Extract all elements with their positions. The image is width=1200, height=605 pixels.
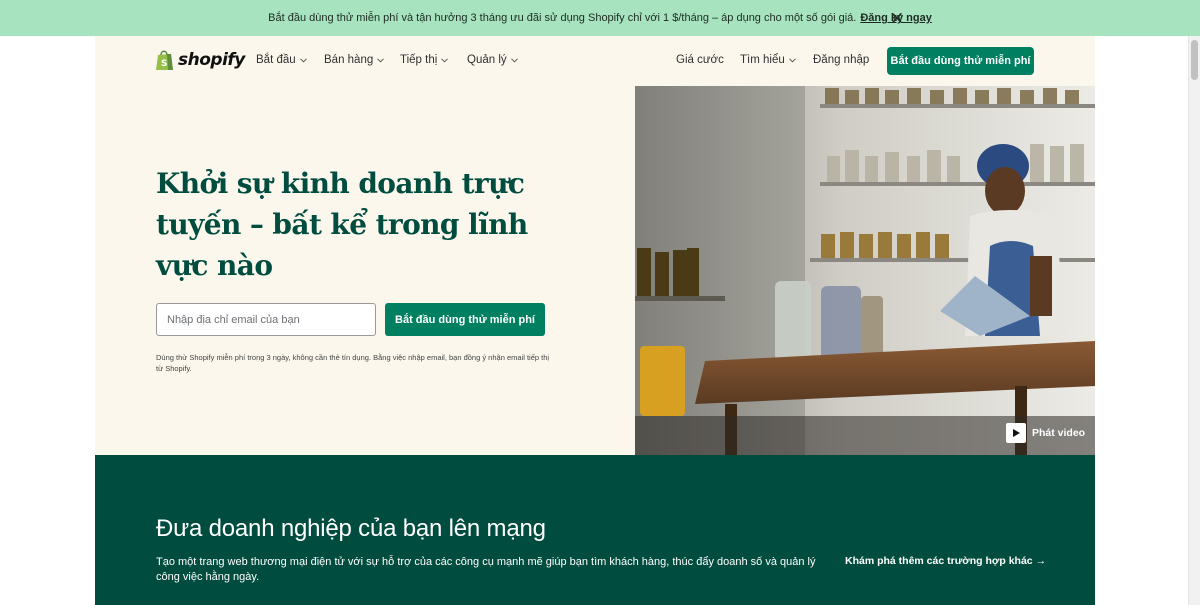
nav-label: Bắt đầu <box>256 54 296 66</box>
chevron-down-icon <box>510 57 518 63</box>
hero-title: Khởi sự kinh doanh trực tuyến – bất kể t… <box>156 167 528 282</box>
explore-more-link[interactable]: Khám phá thêm các trường hợp khác → <box>845 555 1046 567</box>
nav-pricing[interactable]: Giá cước <box>676 54 724 66</box>
start-free-trial-button[interactable]: Bắt đầu dùng thử miễn phí <box>887 47 1034 75</box>
email-input[interactable] <box>156 303 376 336</box>
section-description: Tạo một trang web thương mại điện tử với… <box>156 556 816 583</box>
nav-label: Tìm hiểu <box>740 54 785 66</box>
nav-label: Bán hàng <box>324 54 374 66</box>
close-icon[interactable] <box>890 11 904 25</box>
nav-manage[interactable]: Quản lý <box>467 54 518 66</box>
logo-wordmark: shopify <box>178 50 245 70</box>
hero-image: Phát video <box>635 86 1095 455</box>
hero-disclaimer: Dùng thử Shopify miễn phí trong 3 ngày, … <box>156 353 550 373</box>
chevron-down-icon <box>377 57 385 63</box>
site-header: S shopify Bắt đầu Bán hàng Tiếp thị Quản… <box>95 36 1095 86</box>
nav-market[interactable]: Tiếp thị <box>400 54 449 66</box>
announcement-banner: Bắt đầu dùng thử miễn phí và tận hưởng 3… <box>0 0 1200 36</box>
nav-learn[interactable]: Tìm hiểu <box>740 54 796 66</box>
shopify-logo[interactable]: S shopify <box>155 49 245 71</box>
svg-text:S: S <box>161 59 167 69</box>
nav-sell[interactable]: Bán hàng <box>324 54 385 66</box>
hero-start-trial-button[interactable]: Bắt đầu dùng thử miễn phí <box>385 303 545 336</box>
play-icon <box>1006 423 1026 443</box>
section-title: Đưa doanh nghiệp của bạn lên mạng <box>156 515 546 542</box>
hero-photo <box>635 86 1095 455</box>
play-video-button[interactable]: Phát video <box>1006 423 1085 443</box>
chevron-down-icon <box>299 57 307 63</box>
online-business-section: Đưa doanh nghiệp của bạn lên mạng Tạo mộ… <box>95 455 1095 605</box>
chevron-down-icon <box>441 57 449 63</box>
play-video-label: Phát video <box>1032 427 1086 439</box>
scrollbar-thumb[interactable] <box>1191 40 1198 80</box>
shopify-bag-icon: S <box>156 50 173 70</box>
nav-label: Tiếp thị <box>400 54 438 66</box>
chevron-down-icon <box>788 57 796 63</box>
scrollbar[interactable] <box>1188 36 1200 605</box>
nav-login[interactable]: Đăng nhập <box>813 54 869 66</box>
nav-label: Đăng nhập <box>813 54 870 66</box>
page-container: S shopify Bắt đầu Bán hàng Tiếp thị Quản… <box>95 36 1095 605</box>
banner-text: Bắt đầu dùng thử miễn phí và tận hưởng 3… <box>268 12 857 24</box>
nav-label: Quản lý <box>467 54 507 66</box>
nav-label: Giá cước <box>676 54 724 66</box>
nav-get-started[interactable]: Bắt đầu <box>256 54 307 66</box>
